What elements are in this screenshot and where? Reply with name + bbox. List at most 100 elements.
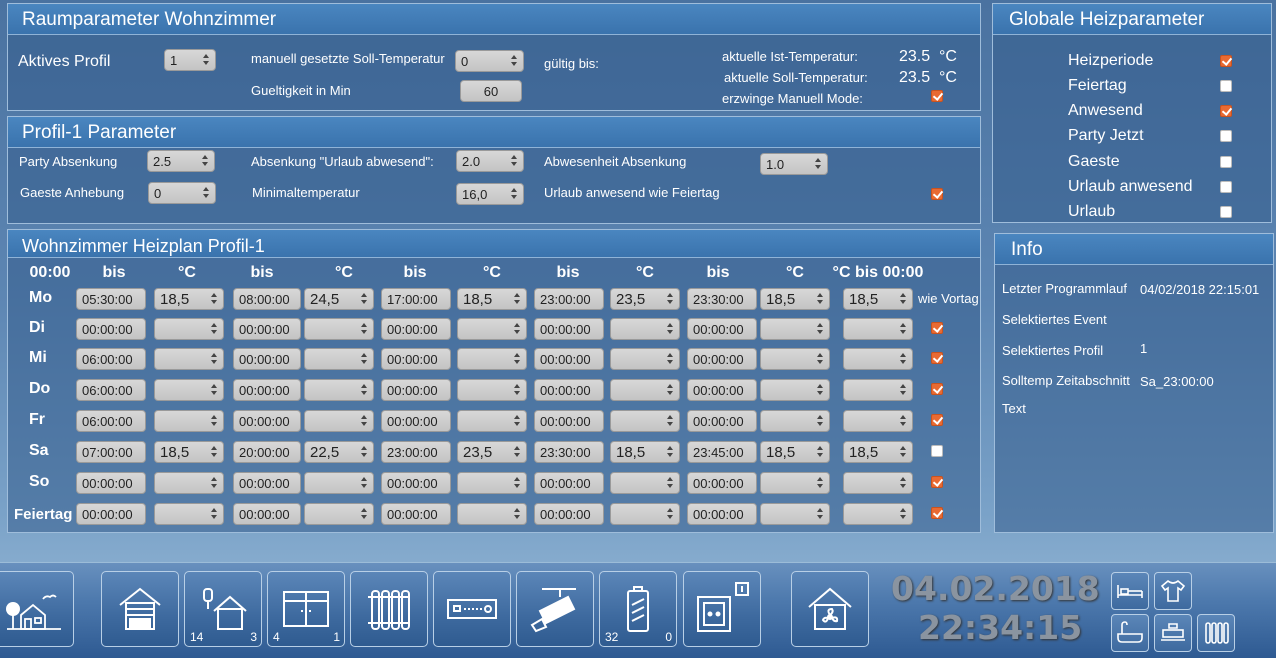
plan-time-input[interactable]: 00:00:00 (687, 348, 757, 370)
bed-button[interactable] (1111, 572, 1149, 610)
global-param-checkbox[interactable] (1220, 105, 1232, 117)
erzwinge-checkbox[interactable] (931, 90, 943, 102)
plan-temp-select[interactable] (843, 318, 913, 340)
plan-time-input[interactable]: 00:00:00 (534, 348, 604, 370)
plan-temp-select[interactable]: 22,5 (304, 441, 374, 463)
plan-time-input[interactable]: 00:00:00 (76, 318, 146, 340)
manuell-soll-select[interactable]: 0 (455, 50, 524, 72)
plan-time-input[interactable]: 00:00:00 (534, 318, 604, 340)
gaeste-anhebung-select[interactable]: 0 (148, 182, 216, 204)
plan-temp-select[interactable]: 23,5 (610, 288, 680, 310)
plan-temp-select[interactable] (843, 503, 913, 525)
plan-time-input[interactable]: 00:00:00 (233, 472, 301, 494)
plan-temp-select[interactable] (304, 472, 374, 494)
plan-temp-select[interactable] (154, 348, 224, 370)
plan-time-input[interactable]: 05:30:00 (76, 288, 146, 310)
plan-temp-select[interactable] (843, 348, 913, 370)
global-param-checkbox[interactable] (1220, 130, 1232, 142)
shirt-button[interactable] (1154, 572, 1192, 610)
plan-temp-select[interactable] (760, 318, 830, 340)
garden-house-tile[interactable] (0, 571, 74, 647)
wie-vortag-checkbox[interactable] (931, 445, 943, 457)
plan-temp-select[interactable] (304, 410, 374, 432)
party-absenkung-select[interactable]: 2.5 (147, 150, 215, 172)
plan-temp-select[interactable] (610, 503, 680, 525)
plan-temp-select[interactable] (610, 348, 680, 370)
plan-time-input[interactable]: 00:00:00 (687, 472, 757, 494)
plan-temp-select[interactable] (760, 348, 830, 370)
plan-time-input[interactable]: 00:00:00 (76, 472, 146, 494)
plan-temp-select[interactable] (457, 348, 527, 370)
plan-time-input[interactable]: 23:30:00 (687, 288, 757, 310)
plan-time-input[interactable]: 17:00:00 (381, 288, 451, 310)
plan-temp-select[interactable] (304, 348, 374, 370)
plan-temp-select[interactable] (760, 472, 830, 494)
plan-time-input[interactable]: 00:00:00 (534, 503, 604, 525)
plan-time-input[interactable]: 00:00:00 (381, 410, 451, 432)
plan-temp-select[interactable]: 18,5 (154, 441, 224, 463)
urlaub-absenkung-select[interactable]: 2.0 (456, 150, 524, 172)
global-param-checkbox[interactable] (1220, 181, 1232, 193)
plan-time-input[interactable]: 00:00:00 (381, 379, 451, 401)
wie-vortag-checkbox[interactable] (931, 352, 943, 364)
plan-temp-select[interactable] (304, 318, 374, 340)
plan-temp-select[interactable] (760, 410, 830, 432)
plan-time-input[interactable]: 00:00:00 (233, 318, 301, 340)
plan-time-input[interactable]: 00:00:00 (534, 472, 604, 494)
bathtub-button[interactable] (1111, 614, 1149, 652)
plan-time-input[interactable]: 00:00:00 (233, 410, 301, 432)
plan-temp-select[interactable] (154, 318, 224, 340)
plan-time-input[interactable]: 07:00:00 (76, 441, 146, 463)
plan-time-input[interactable]: 23:45:00 (687, 441, 757, 463)
plan-time-input[interactable]: 06:00:00 (76, 410, 146, 432)
plan-time-input[interactable]: 23:00:00 (381, 441, 451, 463)
plan-time-input[interactable]: 00:00:00 (687, 410, 757, 432)
plan-temp-select[interactable] (304, 379, 374, 401)
camera-tile[interactable] (516, 571, 594, 647)
window-tile[interactable]: 4 1 (267, 571, 345, 647)
plan-time-input[interactable]: 23:00:00 (534, 288, 604, 310)
plan-temp-select[interactable]: 18,5 (610, 441, 680, 463)
wie-vortag-checkbox[interactable] (931, 414, 943, 426)
plan-time-input[interactable]: 00:00:00 (381, 503, 451, 525)
plan-time-input[interactable]: 00:00:00 (381, 348, 451, 370)
plan-temp-select[interactable] (457, 410, 527, 432)
plan-temp-select[interactable] (457, 503, 527, 525)
global-param-checkbox[interactable] (1220, 206, 1232, 218)
plan-time-input[interactable]: 00:00:00 (534, 379, 604, 401)
plan-temp-select[interactable] (610, 318, 680, 340)
plan-temp-select[interactable]: 18,5 (760, 441, 830, 463)
plan-temp-select[interactable] (154, 472, 224, 494)
plan-time-input[interactable]: 06:00:00 (76, 348, 146, 370)
plan-temp-select[interactable]: 18,5 (154, 288, 224, 310)
plan-temp-select[interactable]: 18,5 (843, 441, 913, 463)
global-param-checkbox[interactable] (1220, 55, 1232, 67)
plan-time-input[interactable]: 00:00:00 (381, 472, 451, 494)
plan-temp-select[interactable]: 18,5 (457, 288, 527, 310)
gueltigkeit-input[interactable]: 60 (460, 80, 522, 102)
aktives-profil-select[interactable]: 1 (164, 49, 216, 71)
house-shutter-tile[interactable] (101, 571, 179, 647)
kitchen-button[interactable] (1154, 614, 1192, 652)
plan-temp-select[interactable] (457, 472, 527, 494)
plan-time-input[interactable]: 00:00:00 (687, 318, 757, 340)
battery-tile[interactable]: 32 0 (599, 571, 677, 647)
plan-temp-select[interactable] (610, 472, 680, 494)
abwesenheit-select[interactable]: 1.0 (760, 153, 828, 175)
receiver-tile[interactable] (433, 571, 511, 647)
plan-time-input[interactable]: 00:00:00 (381, 318, 451, 340)
plan-temp-select[interactable] (760, 379, 830, 401)
plan-time-input[interactable]: 23:30:00 (534, 441, 604, 463)
plan-time-input[interactable]: 00:00:00 (687, 503, 757, 525)
plan-temp-select[interactable] (610, 379, 680, 401)
plan-time-input[interactable]: 08:00:00 (233, 288, 301, 310)
wie-vortag-checkbox[interactable] (931, 507, 943, 519)
house-fan-tile[interactable] (791, 571, 869, 647)
plan-temp-select[interactable] (843, 472, 913, 494)
house-lamp-tile[interactable]: 14 3 (184, 571, 262, 647)
wie-vortag-checkbox[interactable] (931, 476, 943, 488)
plan-temp-select[interactable] (843, 379, 913, 401)
urlaub-feiertag-checkbox[interactable] (931, 188, 943, 200)
plan-temp-select[interactable] (760, 503, 830, 525)
plan-temp-select[interactable]: 23,5 (457, 441, 527, 463)
